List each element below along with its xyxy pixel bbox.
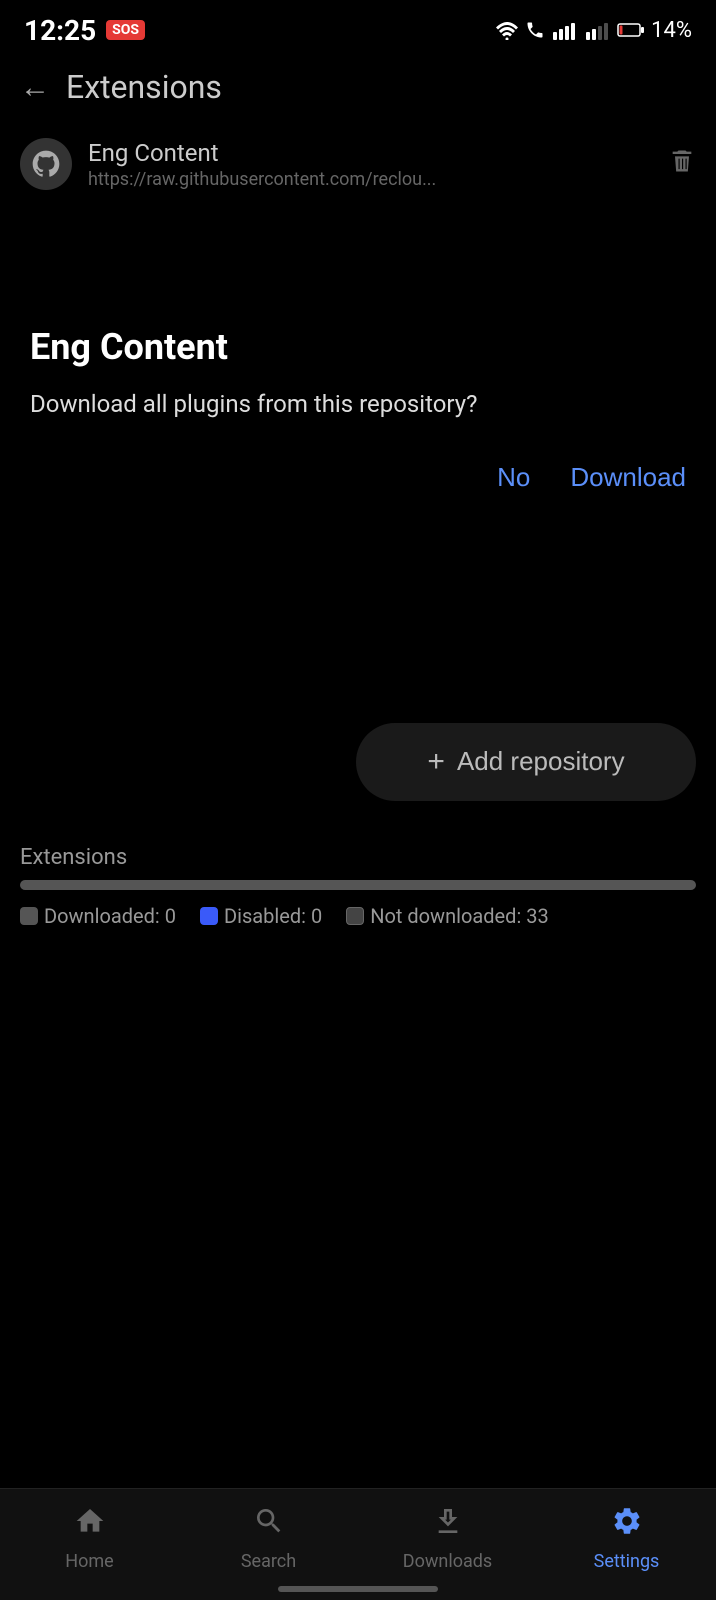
header: ← Extensions (0, 56, 716, 122)
github-logo (30, 148, 62, 180)
search-svg (253, 1505, 285, 1537)
not-downloaded-label: Not downloaded: 33 (370, 904, 549, 928)
home-icon (74, 1505, 106, 1545)
extensions-stats: Downloaded: 0 Disabled: 0 Not downloaded… (20, 904, 696, 928)
extensions-section: Extensions Downloaded: 0 Disabled: 0 Not… (0, 821, 716, 938)
back-button[interactable]: ← (20, 70, 50, 105)
status-bar: 12:25 SOS (0, 0, 716, 56)
nav-label-search: Search (241, 1551, 296, 1572)
phone-icon (524, 20, 546, 40)
status-time: 12:25 (24, 14, 96, 47)
add-repository-button[interactable]: + Add repository (356, 723, 696, 801)
extensions-label: Extensions (20, 845, 696, 870)
status-left: 12:25 SOS (24, 14, 145, 47)
battery-icon (617, 20, 645, 40)
nav-label-home: Home (65, 1551, 113, 1572)
battery-percentage: 14% (651, 18, 692, 43)
stat-not-downloaded: Not downloaded: 33 (346, 904, 549, 928)
download-button[interactable]: Download (570, 462, 686, 493)
downloads-svg (432, 1505, 464, 1537)
search-icon (253, 1505, 285, 1545)
nav-label-settings: Settings (594, 1551, 660, 1572)
dialog-title: Eng Content (30, 326, 686, 368)
delete-repository-button[interactable] (668, 147, 696, 182)
progress-bar-fill (20, 880, 696, 890)
add-repository-label: Add repository (457, 746, 625, 777)
add-repository-container: + Add repository (0, 723, 716, 801)
downloaded-dot (20, 907, 38, 925)
wifi-icon (495, 20, 519, 40)
nav-item-home[interactable]: Home (30, 1505, 150, 1572)
stat-downloaded: Downloaded: 0 (20, 904, 176, 928)
signal2-icon (584, 20, 612, 40)
not-downloaded-dot (346, 907, 364, 925)
github-icon (20, 138, 72, 190)
bottom-navigation: Home Search Downloads Settings (0, 1488, 716, 1600)
disabled-label: Disabled: 0 (224, 904, 322, 928)
downloads-icon (432, 1505, 464, 1545)
page-title: Extensions (66, 68, 222, 106)
nav-item-search[interactable]: Search (209, 1505, 329, 1572)
nav-item-settings[interactable]: Settings (567, 1505, 687, 1572)
dialog-actions: No Download (30, 462, 686, 493)
nav-item-downloads[interactable]: Downloads (388, 1505, 508, 1572)
stat-disabled: Disabled: 0 (200, 904, 322, 928)
repository-info: Eng Content https://raw.githubuserconten… (88, 139, 652, 190)
trash-icon (668, 147, 696, 175)
home-svg (74, 1505, 106, 1537)
downloaded-label: Downloaded: 0 (44, 904, 176, 928)
settings-svg (611, 1505, 643, 1537)
disabled-dot (200, 907, 218, 925)
repository-name: Eng Content (88, 139, 652, 167)
signal-icon (551, 20, 579, 40)
dialog-message: Download all plugins from this repositor… (30, 388, 686, 422)
nav-label-downloads: Downloads (403, 1551, 492, 1572)
repository-item: Eng Content https://raw.githubuserconten… (0, 122, 716, 206)
extensions-progress-bar (20, 880, 696, 890)
settings-icon (611, 1505, 643, 1545)
status-icons (495, 20, 645, 40)
dialog-area: Eng Content Download all plugins from th… (0, 266, 716, 523)
repository-url: https://raw.githubusercontent.com/reclou… (88, 169, 652, 190)
gesture-bar (278, 1586, 438, 1592)
status-sos: SOS (106, 20, 145, 40)
status-right: 14% (495, 18, 692, 43)
plus-icon: + (427, 745, 445, 779)
no-button[interactable]: No (497, 462, 530, 493)
